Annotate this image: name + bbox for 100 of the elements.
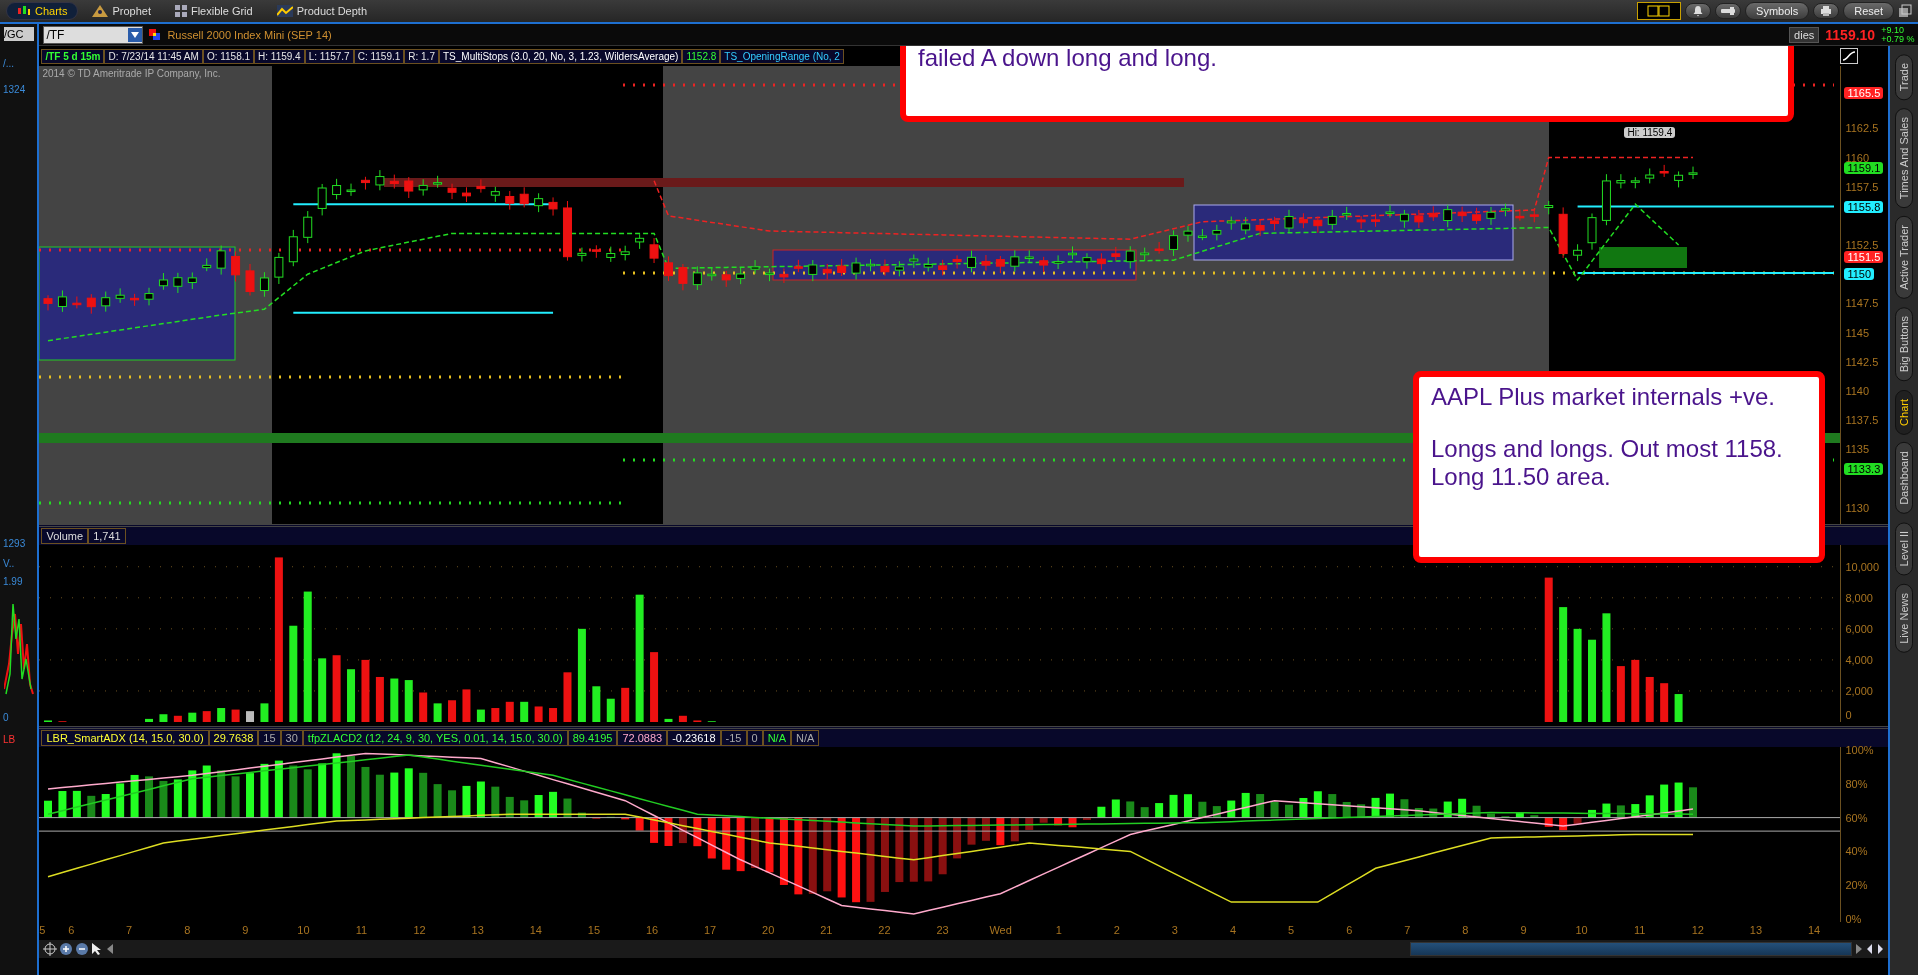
volume-bar <box>679 715 688 722</box>
volume-bar <box>462 689 471 722</box>
volume-bar <box>434 703 443 722</box>
toolbar-tab[interactable]: Charts <box>6 2 79 20</box>
side-tab[interactable]: Dashboard <box>1895 442 1914 515</box>
crosshair-icon[interactable] <box>43 942 58 956</box>
side-tab[interactable]: Active Trader <box>1895 216 1914 300</box>
price-badge: 1133.3 <box>1844 463 1884 476</box>
volume-bar <box>405 680 414 722</box>
layout-icon[interactable] <box>1637 2 1682 20</box>
symbols-button[interactable]: Symbols <box>1745 2 1810 20</box>
time-label: 22 <box>878 924 891 936</box>
pyramid-icon <box>92 5 109 17</box>
axis-label: 2,000 <box>1845 684 1873 697</box>
volume-bar <box>535 706 544 722</box>
side-tab[interactable]: Level II <box>1895 522 1914 576</box>
volume-bar <box>664 718 673 722</box>
volume-bar <box>592 686 601 722</box>
volume-bar <box>333 655 341 722</box>
axis-label: 1152.5 <box>1845 239 1879 251</box>
axis-label: 0% <box>1845 913 1862 925</box>
chart-style-icon[interactable] <box>1840 48 1859 64</box>
study-cell: N/A <box>762 730 791 746</box>
depth-chart-icon <box>276 5 293 17</box>
info-cell: R: 1.7 <box>404 48 439 64</box>
zoom-in-icon[interactable] <box>59 942 74 956</box>
scrollbar[interactable] <box>1410 942 1853 956</box>
volume-bar <box>1631 659 1640 722</box>
toolbar-tab[interactable]: Flexible Grid <box>164 3 263 19</box>
side-tab[interactable]: Live News <box>1895 583 1914 653</box>
study-cell: LBR_SmartADX (14, 15.0, 30.0) <box>41 730 209 746</box>
volume-value: 1,741 <box>88 528 126 544</box>
symbol-field[interactable]: /TF <box>43 25 144 44</box>
mini-panel-label: 1293 <box>3 538 26 549</box>
candlestick-icon <box>17 5 31 17</box>
symbol-field[interactable]: /GC <box>4 27 34 41</box>
axis-label: 1135 <box>1845 443 1870 456</box>
time-label: 5 <box>39 924 46 936</box>
volume-bar <box>390 678 399 722</box>
volume-bar <box>549 708 558 722</box>
axis-label: 1137.5 <box>1845 414 1879 427</box>
study-cell: 72.0883 <box>617 730 668 746</box>
study-cell: N/A <box>790 730 820 746</box>
volume-bar <box>188 712 197 722</box>
axis-label: 1142.5 <box>1845 355 1879 368</box>
info-cell: TS_MultiStops (3.0, 20, No, 3, 1.23, WildersAverage) <box>438 48 683 64</box>
time-label: 14 <box>529 924 542 936</box>
volume-bar <box>318 658 327 722</box>
expand-icon[interactable] <box>1866 942 1885 956</box>
side-tab[interactable]: Times And Sales <box>1895 108 1914 209</box>
time-label: 10 <box>1575 924 1588 936</box>
volume-bar <box>1675 694 1683 722</box>
study-cell: -0.23618 <box>667 730 721 746</box>
volume-bar <box>159 714 168 722</box>
study-cell: -15 <box>720 730 747 746</box>
panel-title: Volume <box>41 528 89 544</box>
mini-panel-label: /... <box>3 58 15 69</box>
volume-bar <box>347 669 356 722</box>
volume-bar <box>650 652 659 722</box>
volume-bar <box>621 687 630 722</box>
annotation-text: AAPL Plus market internals +ve. <box>1431 383 1776 411</box>
zoom-out-icon[interactable] <box>75 942 90 956</box>
toolbar-tab[interactable]: Prophet <box>82 3 161 19</box>
link-icon[interactable] <box>149 28 162 41</box>
time-label: 20 <box>762 924 775 936</box>
window-icon[interactable] <box>1898 4 1912 18</box>
side-tab[interactable]: Big Buttons <box>1895 307 1914 382</box>
info-cell: /TF 5 d 15m <box>41 48 105 64</box>
mini-panel-label: 0 <box>3 712 9 723</box>
dropdown-arrow-icon[interactable] <box>131 31 140 38</box>
side-tab[interactable]: Trade <box>1895 54 1914 101</box>
studies-button[interactable]: dies <box>1789 26 1820 43</box>
annotation-text: failed A down long and long. <box>918 44 1218 72</box>
price-badge: 1150 <box>1844 268 1875 281</box>
side-tab[interactable]: Chart <box>1895 389 1914 435</box>
print-icon[interactable] <box>1813 3 1840 19</box>
info-cell: 1152.8 <box>682 48 721 64</box>
info-cell: L: 1157.7 <box>304 48 354 64</box>
time-label: 13 <box>471 924 484 936</box>
axis-label: 8,000 <box>1845 591 1873 604</box>
volume-bar <box>563 672 572 722</box>
copyright-text: 2014 © TD Ameritrade IP Company, Inc. <box>42 68 221 79</box>
volume-bar <box>203 711 212 722</box>
wrench-icon[interactable] <box>1715 3 1742 19</box>
time-label: 1 <box>1055 924 1062 936</box>
axis-label: 100% <box>1845 744 1874 756</box>
reset-button[interactable]: Reset <box>1843 2 1894 20</box>
grid-icon <box>174 5 187 17</box>
study-cell: 30 <box>280 730 303 746</box>
toolbar-tab[interactable]: Product Depth <box>266 3 377 19</box>
mini-panel-label: LB <box>3 734 16 745</box>
bell-icon[interactable] <box>1685 3 1712 19</box>
scroll-left-icon[interactable] <box>105 943 116 955</box>
axis-label: 1147.5 <box>1845 297 1879 310</box>
volume-bar <box>477 709 486 722</box>
time-label: 15 <box>587 924 601 936</box>
time-label: Wed <box>989 924 1012 936</box>
time-label: 6 <box>68 924 75 936</box>
info-cell: C: 1159.1 <box>353 48 405 64</box>
axis-label: 1157.5 <box>1845 180 1879 193</box>
